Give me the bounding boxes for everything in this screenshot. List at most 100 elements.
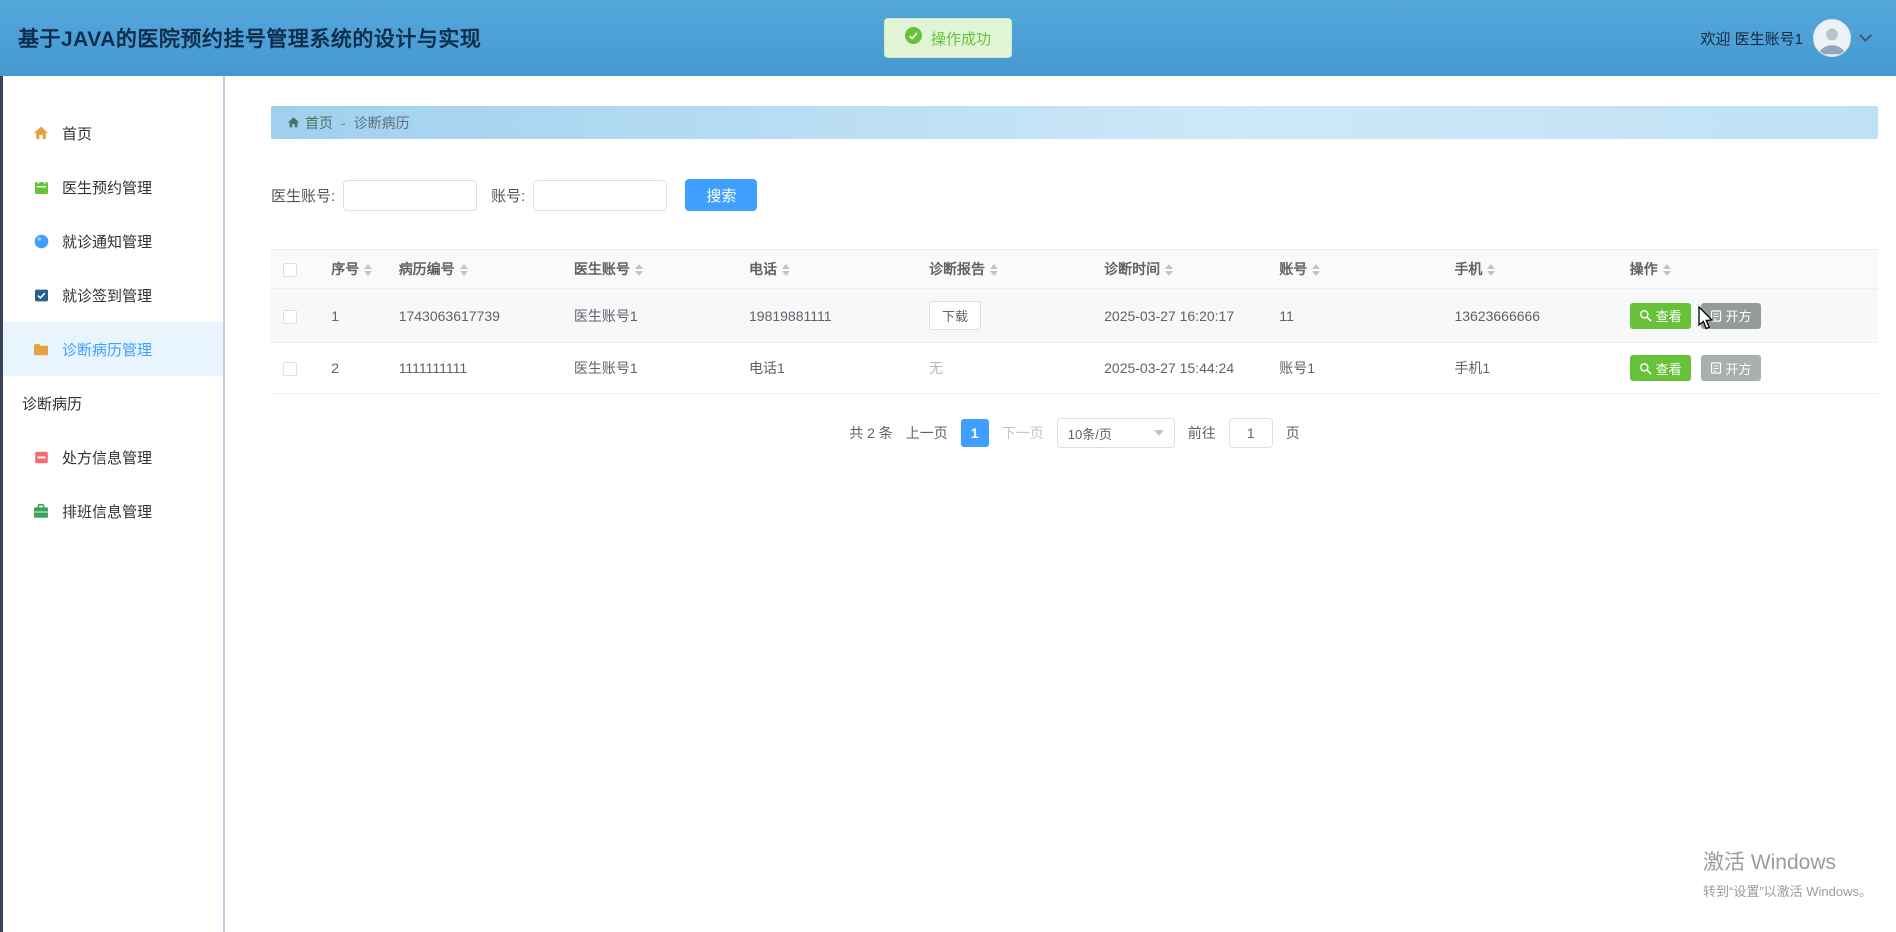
breadcrumb-separator: - [341,114,346,131]
cell-record-no: 1743063617739 [386,288,562,343]
cell-report: 无 [916,342,1093,394]
col-mobile[interactable]: 手机 [1442,249,1618,289]
document-icon [1710,309,1721,322]
sort-icon[interactable] [989,264,998,277]
col-doctor-account[interactable]: 医生账号 [561,249,737,289]
sidebar-item-label: 就诊签到管理 [62,287,153,305]
sidebar-item-label: 首页 [62,125,93,143]
cell-record-no: 1111111111 [386,342,562,394]
records-table: 序号 病历编号 医生账号 电话 诊断报告 诊断时间 账号 手机 操作 1 174… [271,249,1878,394]
cell-account: 账号1 [1267,342,1443,394]
col-actions[interactable]: 操作 [1617,249,1878,289]
sidebar-item-visit-notice[interactable]: 就诊通知管理 [0,214,223,268]
view-button[interactable]: 查看 [1629,355,1691,381]
cell-phone: 电话1 [737,342,917,394]
sidebar-item-visit-checkin[interactable]: 就诊签到管理 [0,268,223,322]
row-checkbox[interactable] [283,309,297,324]
table-row: 1 1743063617739 医生账号1 19819881111 下载 202… [271,288,1878,343]
toast-text: 操作成功 [930,30,992,48]
table-row: 2 1111111111 医生账号1 电话1 无 2025-03-27 15:4… [271,342,1878,394]
sidebar-item-schedule-info[interactable]: 排班信息管理 [0,484,223,538]
search-bar: 医生账号: 账号: 搜索 [271,179,1878,211]
welcome-text: 欢迎 医生账号1 [1700,30,1803,48]
page: 基于JAVA的医院预约挂号管理系统的设计与实现 操作成功 欢迎 医生账号1 首页 [0,0,1896,932]
sort-icon[interactable] [782,264,790,277]
goto-label: 前往 [1187,425,1216,441]
sidebar-subitem-diagnosis-record[interactable]: 诊断病历 [0,376,223,430]
sidebar-item-prescription-info[interactable]: 处方信息管理 [0,430,223,484]
view-button[interactable]: 查看 [1629,302,1691,329]
col-phone[interactable]: 电话 [737,249,917,289]
sidebar-item-label: 医生预约管理 [62,179,153,197]
prescribe-button[interactable]: 开方 [1700,302,1761,329]
sort-icon[interactable] [1487,264,1496,277]
sidebar-item-home[interactable]: 首页 [0,106,223,160]
sort-icon[interactable] [1662,264,1671,277]
home-icon [33,125,49,141]
table-header-row: 序号 病历编号 医生账号 电话 诊断报告 诊断时间 账号 手机 操作 [271,249,1878,289]
col-report[interactable]: 诊断报告 [916,249,1093,289]
sidebar-item-doctor-appointment[interactable]: 医生预约管理 [0,160,223,214]
layout: 首页 医生预约管理 就诊通知管理 就诊签到管理 诊断病历管理 诊断病历 处方信息… [0,76,1896,932]
breadcrumb: 首页 - 诊断病历 [271,106,1878,139]
sidebar-item-label: 诊断病历 [22,395,83,413]
cell-select [271,342,320,394]
watermark-line1: 激活 Windows [1702,851,1837,874]
prev-page-button[interactable]: 上一页 [906,423,948,443]
breadcrumb-current: 诊断病历 [353,114,410,131]
sidebar: 首页 医生预约管理 就诊通知管理 就诊签到管理 诊断病历管理 诊断病历 处方信息… [0,76,225,932]
page-1-button[interactable]: 1 [960,419,989,447]
cell-time: 2025-03-27 15:44:24 [1092,342,1268,394]
next-page-button[interactable]: 下一页 [1002,423,1044,443]
goto-page-input[interactable] [1228,418,1273,448]
appointment-icon [33,179,49,195]
cell-mobile: 手机1 [1442,342,1618,394]
account-label: 账号: [491,187,526,205]
col-account[interactable]: 账号 [1267,249,1443,289]
download-button[interactable]: 下载 [928,301,981,330]
prescribe-button[interactable]: 开方 [1700,355,1761,381]
pagination: 共 2 条 上一页 1 下一页 10条/页 前往 页 [271,418,1878,448]
user-area: 欢迎 医生账号1 [1700,19,1872,57]
row-checkbox[interactable] [283,362,297,377]
app-title: 基于JAVA的医院预约挂号管理系统的设计与实现 [18,28,482,51]
search-button[interactable]: 搜索 [685,179,758,211]
schedule-icon [33,503,49,519]
account-input[interactable] [533,179,668,211]
col-select [271,249,320,289]
cell-actions: 查看 开方 [1617,342,1878,394]
sort-icon[interactable] [364,264,373,277]
cell-select [271,288,320,343]
sidebar-item-label: 排班信息管理 [62,503,153,521]
main-content: 首页 - 诊断病历 医生账号: 账号: 搜索 序号 病历编号 医生账号 电话 诊… [225,76,1896,932]
app-header: 基于JAVA的医院预约挂号管理系统的设计与实现 操作成功 欢迎 医生账号1 [0,0,1896,76]
col-index[interactable]: 序号 [319,249,387,289]
checkin-icon [33,287,49,303]
page-size-value: 10条/页 [1067,426,1112,442]
success-check-icon [904,27,922,49]
col-time[interactable]: 诊断时间 [1092,249,1268,289]
magnifier-icon [1639,310,1652,322]
sort-icon[interactable] [1312,264,1321,277]
doctor-account-input[interactable] [343,179,478,211]
cell-index: 1 [319,288,387,343]
page-size-select[interactable]: 10条/页 [1056,418,1175,448]
user-avatar[interactable] [1813,19,1851,57]
sort-icon[interactable] [459,264,468,277]
pagination-total: 共 2 条 [849,425,893,441]
sidebar-item-diagnosis-records[interactable]: 诊断病历管理 [0,322,223,376]
breadcrumb-home[interactable]: 首页 [287,113,333,133]
success-toast: 操作成功 [883,18,1013,58]
windows-activation-watermark: 激活 Windows 转到“设置”以激活 Windows。 [1703,846,1872,900]
sort-icon[interactable] [1165,264,1174,277]
notice-icon [33,233,49,249]
goto-suffix-label: 页 [1285,425,1300,441]
home-icon [287,116,300,129]
col-record-no[interactable]: 病历编号 [386,249,562,289]
chevron-down-icon[interactable] [1859,28,1872,42]
sort-icon[interactable] [634,264,643,277]
sidebar-item-label: 处方信息管理 [62,449,153,467]
select-all-checkbox[interactable] [283,263,297,278]
cell-index: 2 [319,342,387,394]
cell-report: 下载 [916,288,1093,343]
